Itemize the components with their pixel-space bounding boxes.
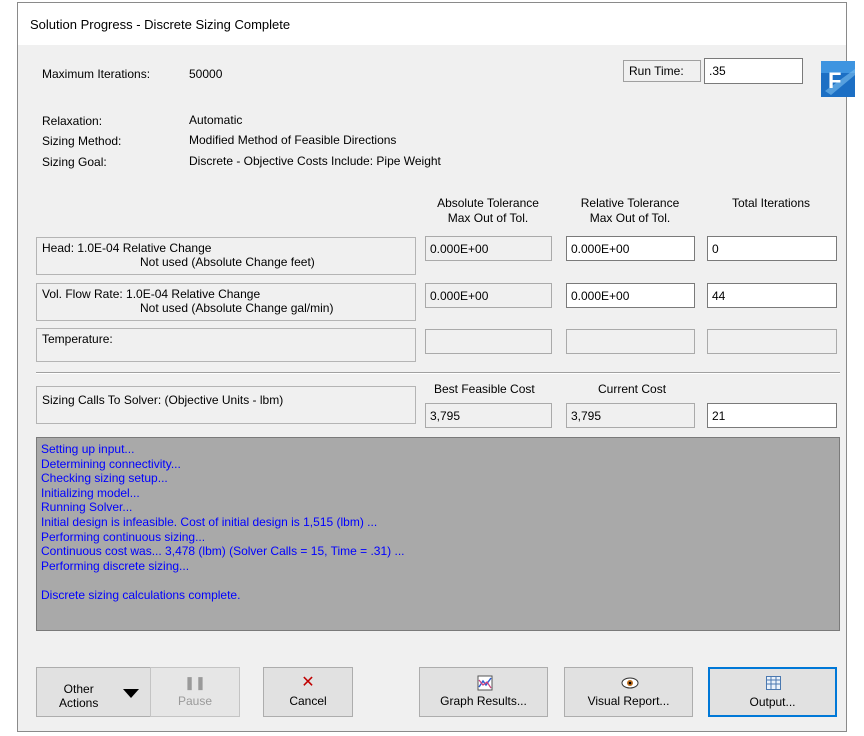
flow-relative-tolerance-field: 0.000E+00 [566,283,695,308]
flow-absolute-tolerance-field: 0.000E+00 [425,283,552,308]
log-line: Initial design is infeasible. Cost of in… [41,514,378,529]
svg-text:F: F [828,68,841,93]
log-line: Performing continuous sizing... [41,529,206,544]
sizing-method-label: Sizing Method: [42,134,122,148]
visual-report-label: Visual Report... [587,694,670,708]
sizing-goal-label: Sizing Goal: [42,155,107,169]
log-line: Checking sizing setup... [41,471,168,486]
sizing-goal-value: Discrete - Objective Costs Include: Pipe… [189,154,441,168]
temperature-total-iterations-field [707,329,837,354]
sizing-method-value: Modified Method of Feasible Directions [189,133,397,147]
title-bar: Solution Progress - Discrete Sizing Comp… [18,3,846,45]
head-tolerance-row-label: Head: 1.0E-04 Relative Change Not used (… [36,237,416,275]
output-label: Output... [749,695,796,709]
flow-tolerance-row-label: Vol. Flow Rate: 1.0E-04 Relative Change … [36,283,416,321]
progress-log[interactable]: Setting up input... Determining connecti… [36,437,840,631]
temperature-relative-tolerance-field [566,329,695,354]
sizing-calls-label-box: Sizing Calls To Solver: (Objective Units… [36,386,416,424]
temperature-tolerance-row-label: Temperature: [36,328,416,362]
other-actions-button[interactable]: Other Actions [36,667,154,717]
fathom-logo-icon: F [821,61,855,97]
section-divider [36,372,840,374]
triangle-down-icon [123,689,139,698]
absolute-tolerance-header: Absolute Tolerance Max Out of Tol. [437,196,539,225]
x-icon: ✕ [301,674,315,691]
relaxation-value: Automatic [189,113,243,127]
pause-icon: ❚❚ [184,675,206,690]
max-iterations-label: Maximum Iterations: [42,67,151,81]
graph-results-label: Graph Results... [440,694,527,708]
eye-icon [621,677,639,689]
total-iterations-header: Total Iterations [731,196,811,210]
pause-label: Pause [177,694,213,708]
head-absolute-tolerance-field: 0.000E+00 [425,236,552,261]
window-title: Solution Progress - Discrete Sizing Comp… [30,17,291,32]
log-line: Setting up input... [41,442,135,456]
relaxation-label: Relaxation: [42,114,103,128]
head-total-iterations-field: 0 [707,236,837,261]
log-line: Determining connectivity... [41,456,181,471]
cancel-button[interactable]: ✕ Cancel [263,667,353,717]
log-line: Initializing model... [41,485,140,500]
run-time-label: Run Time: [623,60,701,82]
log-line: Running Solver... [41,500,133,515]
log-line: Continuous cost was... 3,478 (lbm) (Solv… [41,544,405,559]
run-time-field[interactable]: .35 [704,58,803,84]
other-actions-label-1: Other [63,682,94,696]
max-iterations-value: 50000 [189,67,223,81]
sizing-calls-field: 21 [707,403,837,428]
log-line: Discrete sizing calculations complete. [41,587,241,602]
output-button[interactable]: Output... [708,667,837,717]
best-feasible-cost-field: 3,795 [425,403,552,428]
table-icon [766,676,781,690]
temperature-absolute-tolerance-field [425,329,552,354]
other-actions-label-2: Actions [59,696,99,710]
log-line: Performing discrete sizing... [41,558,190,573]
head-relative-tolerance-field: 0.000E+00 [566,236,695,261]
graph-icon [477,675,493,691]
cancel-label: Cancel [289,694,327,708]
graph-results-button[interactable]: Graph Results... [419,667,548,717]
current-cost-header: Current Cost [598,382,667,396]
solution-progress-window: Solution Progress - Discrete Sizing Comp… [17,2,855,732]
relative-tolerance-header: Relative Tolerance Max Out of Tol. [580,196,680,225]
best-feasible-cost-header: Best Feasible Cost [434,382,535,396]
visual-report-button[interactable]: Visual Report... [564,667,693,717]
flow-total-iterations-field: 44 [707,283,837,308]
current-cost-field: 3,795 [566,403,695,428]
pause-button[interactable]: ❚❚ Pause [150,667,240,717]
